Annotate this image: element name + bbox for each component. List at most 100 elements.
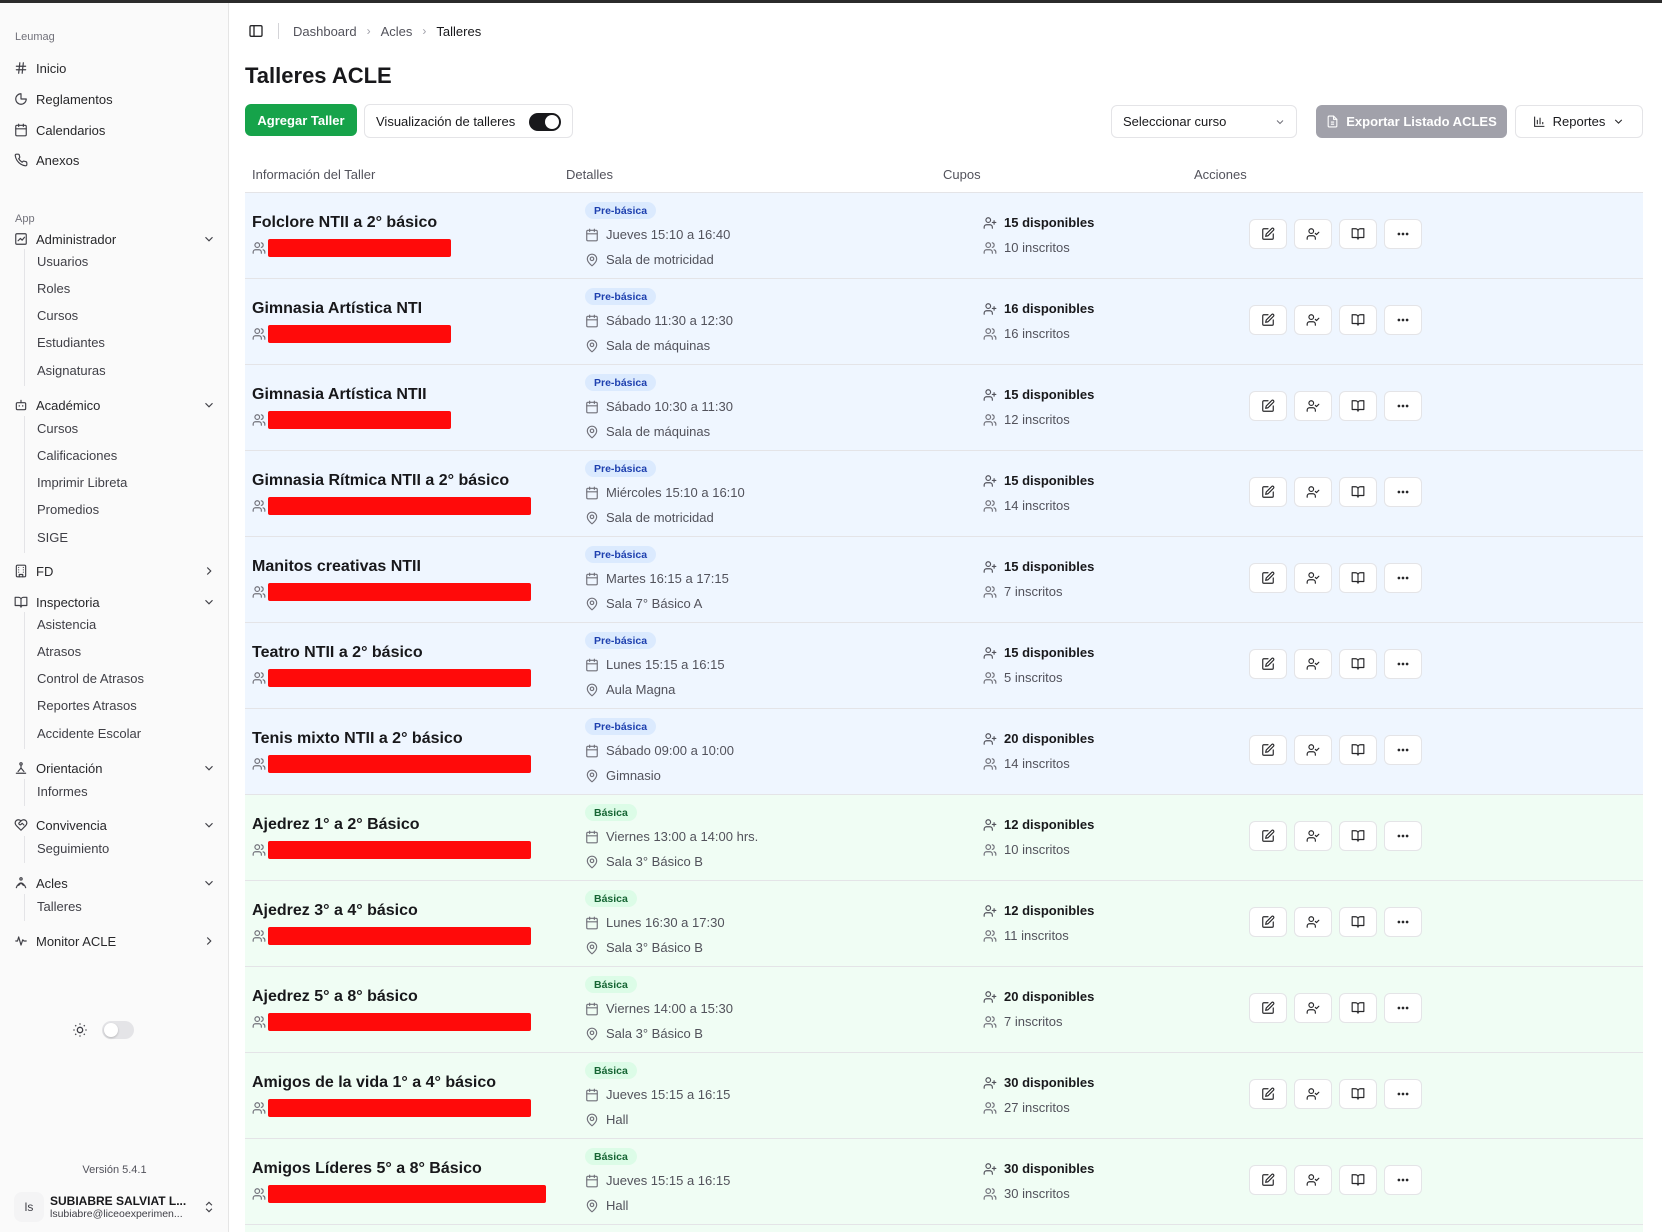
sidebar-subitem-informes[interactable]: Informes xyxy=(37,779,207,803)
sidebar-group-orientacion[interactable]: Orientación xyxy=(14,755,216,781)
attendance-book-button[interactable] xyxy=(1339,821,1377,851)
attendance-book-button[interactable] xyxy=(1339,649,1377,679)
edit-workshop-button[interactable] xyxy=(1249,305,1287,335)
sidebar-item-anexos[interactable]: Anexos xyxy=(14,147,216,173)
edit-workshop-button[interactable] xyxy=(1249,821,1287,851)
enroll-students-button[interactable] xyxy=(1294,563,1332,593)
theme-toggle[interactable] xyxy=(102,1021,134,1039)
more-actions-button[interactable] xyxy=(1384,1165,1422,1195)
sidebar-item-calendarios[interactable]: Calendarios xyxy=(14,117,216,143)
attendance-book-button[interactable] xyxy=(1339,1079,1377,1109)
user-check-icon xyxy=(1306,1088,1320,1100)
sidebar-subitem-estudiantes[interactable]: Estudiantes xyxy=(37,331,207,355)
available-text: 30 disponibles xyxy=(1004,1075,1095,1090)
attendance-book-button[interactable] xyxy=(1339,907,1377,937)
enroll-students-button[interactable] xyxy=(1294,391,1332,421)
more-actions-button[interactable] xyxy=(1384,1079,1422,1109)
edit-workshop-button[interactable] xyxy=(1249,993,1287,1023)
sidebar-group-academico[interactable]: Académico xyxy=(14,392,216,418)
attendance-book-button[interactable] xyxy=(1339,563,1377,593)
sidebar-subitem-imprimir-libreta[interactable]: Imprimir Libreta xyxy=(37,471,207,495)
breadcrumb-dashboard[interactable]: Dashboard xyxy=(293,24,357,39)
sidebar-subitem-talleres[interactable]: Talleres xyxy=(37,894,207,918)
more-actions-button[interactable] xyxy=(1384,649,1422,679)
sidebar-subitem-atrasos[interactable]: Atrasos xyxy=(37,639,207,663)
sidebar-subitem-asistencia[interactable]: Asistencia xyxy=(37,612,207,636)
edit-workshop-button[interactable] xyxy=(1249,649,1287,679)
add-workshop-button[interactable]: Agregar Taller xyxy=(245,104,357,136)
enroll-students-button[interactable] xyxy=(1294,907,1332,937)
edit-workshop-button[interactable] xyxy=(1249,1079,1287,1109)
attendance-book-button[interactable] xyxy=(1339,391,1377,421)
sidebar-subitem-cursos[interactable]: Cursos xyxy=(37,416,207,440)
more-actions-button[interactable] xyxy=(1384,993,1422,1023)
enroll-students-button[interactable] xyxy=(1294,649,1332,679)
course-select[interactable]: Seleccionar curso xyxy=(1111,105,1297,138)
enroll-students-button[interactable] xyxy=(1294,735,1332,765)
enroll-students-button[interactable] xyxy=(1294,477,1332,507)
more-actions-button[interactable] xyxy=(1384,907,1422,937)
sidebar-subitem-reportes-atrasos[interactable]: Reportes Atrasos xyxy=(37,694,207,718)
more-actions-button[interactable] xyxy=(1384,735,1422,765)
enroll-students-button[interactable] xyxy=(1294,305,1332,335)
user-plus-icon xyxy=(983,560,997,573)
more-actions-button[interactable] xyxy=(1384,563,1422,593)
enroll-students-button[interactable] xyxy=(1294,993,1332,1023)
users-icon xyxy=(252,930,266,942)
row-actions xyxy=(1249,821,1422,851)
sidebar-subitem-promedios[interactable]: Promedios xyxy=(37,498,207,522)
toggle-sidebar-icon[interactable] xyxy=(248,23,264,39)
sidebar-group-convivencia[interactable]: Convivencia xyxy=(14,812,216,838)
sidebar-subitem-accidente-escolar[interactable]: Accidente Escolar xyxy=(37,721,207,745)
more-actions-button[interactable] xyxy=(1384,477,1422,507)
user-plus-icon xyxy=(983,818,997,831)
more-actions-button[interactable] xyxy=(1384,305,1422,335)
sidebar-group-fd[interactable]: FD xyxy=(14,558,216,584)
edit-workshop-button[interactable] xyxy=(1249,391,1287,421)
sidebar-subitem-calificaciones[interactable]: Calificaciones xyxy=(37,443,207,467)
schedule-text: Jueves 15:10 a 16:40 xyxy=(606,227,731,242)
sidebar-group-acles[interactable]: Acles xyxy=(14,870,216,896)
more-actions-button[interactable] xyxy=(1384,391,1422,421)
edit-workshop-button[interactable] xyxy=(1249,907,1287,937)
sidebar-subitem-control-de-atrasos[interactable]: Control de Atrasos xyxy=(37,667,207,691)
enroll-students-button[interactable] xyxy=(1294,219,1332,249)
edit-workshop-button[interactable] xyxy=(1249,477,1287,507)
user-menu[interactable]: ls SUBIABRE SALVIAT L... lsubiabre@liceo… xyxy=(14,1187,216,1227)
enroll-students-button[interactable] xyxy=(1294,1079,1332,1109)
edit-workshop-button[interactable] xyxy=(1249,563,1287,593)
enroll-students-button[interactable] xyxy=(1294,821,1332,851)
attendance-book-button[interactable] xyxy=(1339,1165,1377,1195)
attendance-book-button[interactable] xyxy=(1339,219,1377,249)
sidebar-subitem-seguimiento[interactable]: Seguimiento xyxy=(37,836,207,860)
sidebar-subitem-cursos[interactable]: Cursos xyxy=(37,304,207,328)
breadcrumb-acles[interactable]: Acles xyxy=(381,24,413,39)
user-email: lsubiabre@liceoexperimen... xyxy=(50,1208,183,1220)
sidebar-subitem-asignaturas[interactable]: Asignaturas xyxy=(37,358,207,382)
available-text: 15 disponibles xyxy=(1004,215,1095,230)
sidebar-subitem-sige[interactable]: SIGE xyxy=(37,525,207,549)
sidebar-group-monitor-acle[interactable]: Monitor ACLE xyxy=(14,928,216,954)
attendance-book-button[interactable] xyxy=(1339,477,1377,507)
view-toggle-switch[interactable] xyxy=(529,113,561,131)
users-icon xyxy=(983,843,997,856)
edit-workshop-button[interactable] xyxy=(1249,735,1287,765)
reports-button[interactable]: Reportes xyxy=(1515,105,1643,138)
enroll-students-button[interactable] xyxy=(1294,1165,1332,1195)
room-text: Sala de máquinas xyxy=(606,338,711,353)
sidebar-item-inicio[interactable]: Inicio xyxy=(14,55,216,81)
more-actions-button[interactable] xyxy=(1384,821,1422,851)
attendance-book-button[interactable] xyxy=(1339,993,1377,1023)
sidebar-item-reglamentos[interactable]: Reglamentos xyxy=(14,86,216,112)
workshop-view-toggle[interactable]: Visualización de talleres xyxy=(364,104,573,138)
edit-workshop-button[interactable] xyxy=(1249,219,1287,249)
attendance-book-button[interactable] xyxy=(1339,735,1377,765)
more-actions-button[interactable] xyxy=(1384,219,1422,249)
sidebar-subitem-roles[interactable]: Roles xyxy=(37,276,207,300)
sidebar-subitem-usuarios[interactable]: Usuarios xyxy=(37,249,207,273)
attendance-book-button[interactable] xyxy=(1339,305,1377,335)
edit-workshop-button[interactable] xyxy=(1249,1165,1287,1195)
map-pin-icon xyxy=(586,683,598,696)
sidebar-item-label: Inicio xyxy=(36,60,67,76)
export-acles-button[interactable]: Exportar Listado ACLES xyxy=(1316,105,1507,138)
